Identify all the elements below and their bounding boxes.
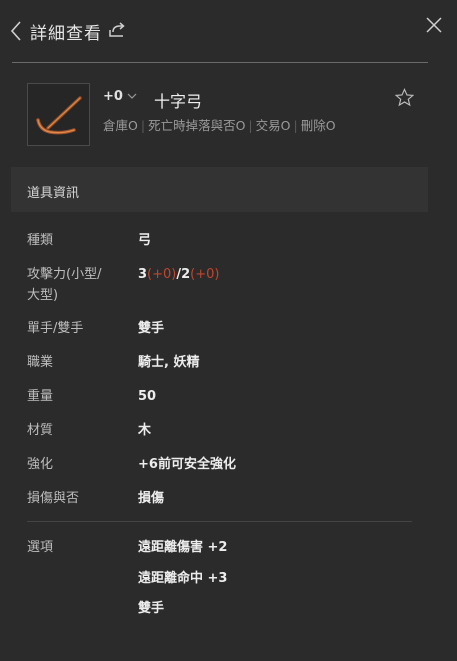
- flag-warehouse: 倉庫O: [103, 118, 138, 133]
- page-title: 詳細查看: [30, 24, 102, 44]
- item-name: 十字弓: [154, 92, 203, 111]
- share-icon[interactable]: [108, 21, 126, 39]
- prop-label: 材質: [27, 423, 54, 438]
- option-value: 遠距離傷害 +2: [138, 540, 228, 555]
- prop-label: 單手/雙手: [27, 321, 84, 336]
- flag-separator: |: [293, 118, 298, 133]
- attack-large-bonus: (+0): [190, 267, 220, 282]
- attack-small: 3: [138, 267, 148, 282]
- star-icon[interactable]: [395, 88, 414, 107]
- close-icon[interactable]: [425, 16, 443, 34]
- attack-large: 2: [181, 267, 191, 282]
- prop-value: 弓: [138, 233, 152, 248]
- chevron-left-icon[interactable]: [9, 20, 23, 42]
- prop-value: 雙手: [138, 321, 165, 336]
- item-flags: 倉庫O | 死亡時掉落與否O | 交易O | 刪除O: [103, 115, 336, 134]
- prop-label: 種類: [27, 233, 54, 248]
- flag-trade: 交易O: [255, 118, 291, 133]
- header-divider: [12, 62, 428, 63]
- prop-label-line2: 大型): [27, 288, 59, 303]
- prop-value: 木: [138, 423, 152, 438]
- option-value: 雙手: [138, 601, 165, 616]
- item-thumbnail: [27, 83, 90, 146]
- chevron-down-icon[interactable]: [127, 92, 137, 100]
- section-title: 道具資訊: [27, 186, 80, 201]
- flag-separator: |: [140, 118, 146, 133]
- prop-label: 攻擊力(小型/大型): [27, 264, 127, 306]
- prop-value: 損傷: [138, 491, 165, 506]
- item-info-section: 道具資訊: [11, 167, 428, 212]
- prop-label: 重量: [27, 389, 54, 404]
- attack-small-bonus: (+0): [147, 267, 177, 282]
- options-divider: [27, 521, 412, 522]
- enhance-level[interactable]: +0: [103, 89, 123, 104]
- crossbow-icon: [36, 96, 82, 135]
- prop-label-line1: 攻擊力(小型/: [27, 267, 102, 282]
- flag-separator: |: [248, 118, 253, 133]
- prop-label: 選項: [27, 540, 54, 555]
- prop-value: 50: [138, 389, 157, 404]
- prop-value: 騎士, 妖精: [138, 355, 200, 370]
- prop-label: 強化: [27, 457, 54, 472]
- option-value: 遠距離命中 +3: [138, 571, 228, 586]
- item-summary: +0 十字弓 倉庫O | 死亡時掉落與否O | 交易O | 刪除O: [0, 80, 457, 150]
- header: 詳細查看: [0, 0, 457, 62]
- prop-label: 損傷與否: [27, 491, 80, 506]
- prop-label: 職業: [27, 355, 54, 370]
- prop-value: 3(+0)/2(+0): [138, 264, 219, 285]
- prop-value: +6前可安全強化: [138, 457, 236, 472]
- flag-delete: 刪除O: [300, 118, 336, 133]
- flag-drop-on-death: 死亡時掉落與否O: [148, 118, 246, 133]
